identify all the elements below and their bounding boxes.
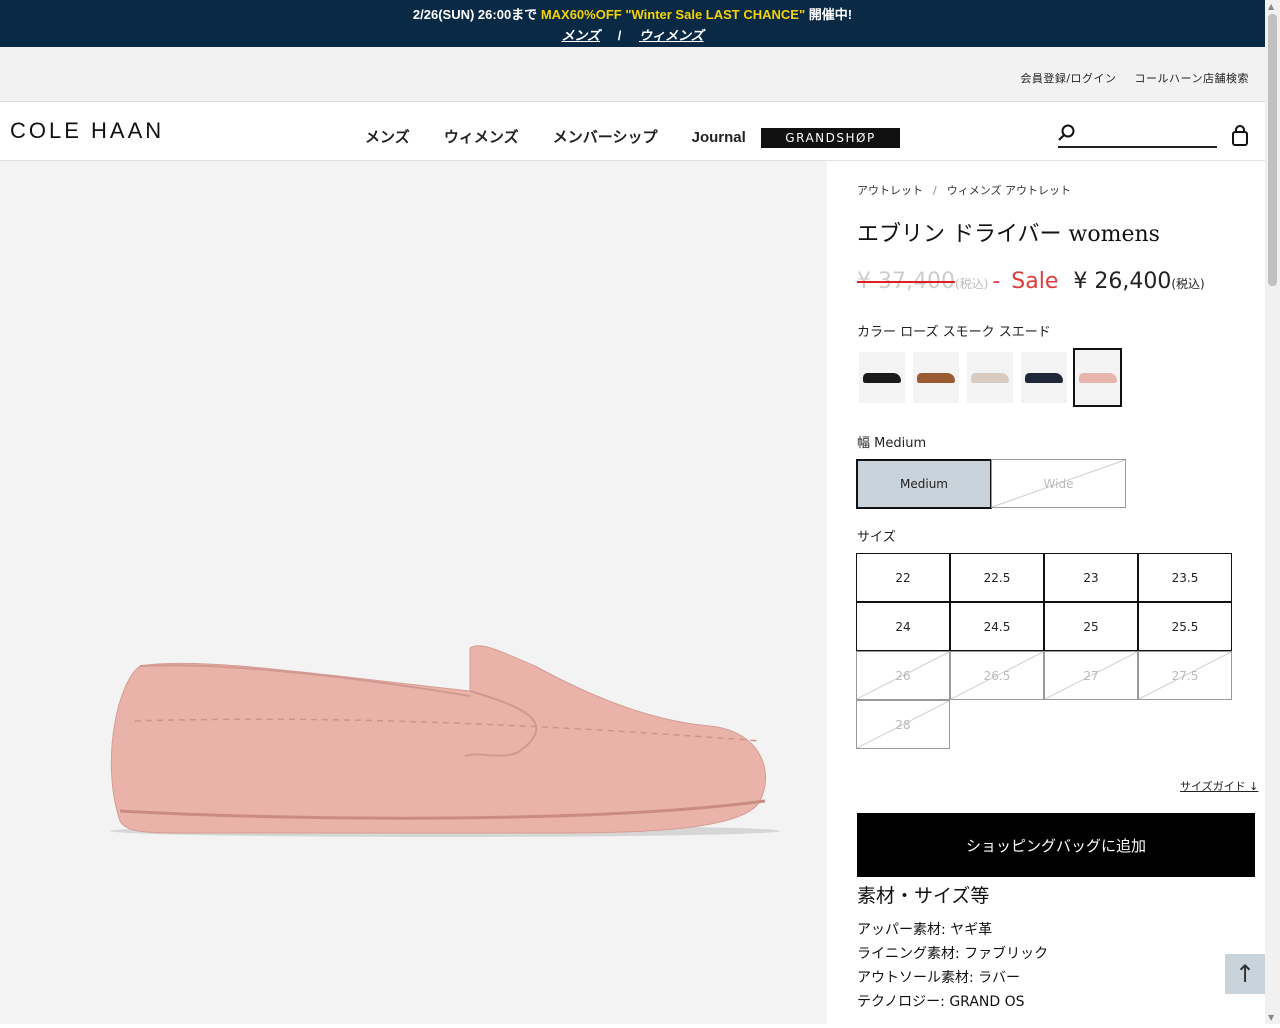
main-header: COLE HAAN メンズ ウィメンズ メンバーシップ Journal GRAN… [0,102,1265,161]
scrollbar-thumb[interactable] [1268,14,1277,286]
promo-link-women[interactable]: ウィメンズ [639,28,704,43]
original-tax-label: (税込) [954,277,989,291]
color-swatch-navy[interactable] [1021,352,1067,403]
materials-list: アッパー素材: ヤギ革 ライニング素材: ファブリック アウトソール素材: ラバ… [857,918,1048,1014]
nav-item-women[interactable]: ウィメンズ [444,126,519,147]
nav-item-men[interactable]: メンズ [365,126,410,147]
size-option-23-5[interactable]: 23.5 [1138,553,1232,602]
material-lining: ライニング素材: ファブリック [857,946,1049,962]
swatch-shoe-image [1025,372,1063,383]
swatch-shoe-image [863,372,901,383]
size-option-27[interactable]: 27 [1044,651,1138,700]
size-option-25[interactable]: 25 [1044,602,1138,651]
utility-bar: 会員登録/ログイン コールハーン店舗検索 [0,47,1265,102]
size-label-26: 26 [895,668,911,683]
width-option-wide-label: Wide [1043,476,1074,491]
size-label-28: 28 [895,717,911,732]
search-icon[interactable] [1058,124,1076,142]
grandshop-button[interactable]: GRANDSHØP [761,128,900,148]
promo-link-separator: / [617,28,622,43]
color-swatch-beige[interactable] [967,352,1013,403]
swatch-shoe-image [917,372,955,383]
swatch-shoe-image [971,372,1009,383]
size-option-24-5[interactable]: 24.5 [950,602,1044,651]
promo-banner: 2/26(SUN) 26:00まで MAX60%OFF "Winter Sale… [0,0,1265,47]
scroll-up-arrow-icon[interactable]: ▲ [1268,2,1274,11]
promo-highlight: MAX60%OFF "Winter Sale LAST CHANCE" [540,7,806,22]
store-search-link[interactable]: コールハーン店舗検索 [1135,72,1249,85]
brand-logo[interactable]: COLE HAAN [10,118,164,144]
product-title: エブリン ドライバー womens [857,222,1160,247]
material-outsole: アウトソール素材: ラバー [857,970,1021,986]
size-option-22-5[interactable]: 22.5 [950,553,1044,602]
sale-price: ¥ 26,400 [1073,269,1172,294]
search-input[interactable] [1084,127,1218,143]
breadcrumb-separator: / [933,184,937,197]
size-option-27-5[interactable]: 27.5 [1138,651,1232,700]
main-nav: メンズ ウィメンズ メンバーシップ Journal [365,126,776,147]
width-option-wide[interactable]: Wide [991,459,1126,508]
swatch-shoe-image [1078,372,1117,383]
size-option-25-5[interactable]: 25.5 [1138,602,1232,651]
breadcrumb-women-outlet[interactable]: ウィメンズ アウトレット [947,184,1071,197]
width-option-medium[interactable]: Medium [856,459,992,509]
promo-prefix: 2/26(SUN) 26:00まで [412,7,538,22]
width-label: 幅 Medium [857,436,927,451]
size-option-24[interactable]: 24 [856,602,950,651]
price-block: ¥ 37,400(税込) - Sale ¥ 26,400(税込) [857,269,1205,294]
search-box [1058,124,1218,148]
nav-item-journal[interactable]: Journal [692,129,746,146]
back-to-top-button[interactable]: ↑ [1225,954,1265,994]
size-label: サイズ [857,530,896,545]
breadcrumb: アウトレット / ウィメンズ アウトレット [857,182,1071,198]
utility-links: 会員登録/ログイン コールハーン店舗検索 [1006,70,1249,86]
price-dash: - [992,269,1001,294]
size-label-27-5: 27.5 [1171,668,1199,683]
color-swatch-brown[interactable] [913,352,959,403]
materials-title: 素材・サイズ等 [857,885,990,907]
promo-link-men[interactable]: メンズ [561,28,600,43]
page-scrollbar[interactable]: ▲ ▼ [1265,0,1280,1024]
breadcrumb-outlet[interactable]: アウトレット [857,184,923,197]
login-link[interactable]: 会員登録/ログイン [1020,72,1116,85]
size-option-26[interactable]: 26 [856,651,950,700]
color-swatch-black[interactable] [859,352,905,403]
promo-links: メンズ / ウィメンズ [0,25,1265,44]
promo-suffix: 開催中! [808,7,853,22]
material-upper: アッパー素材: ヤギ革 [857,922,993,938]
sale-tax-label: (税込) [1171,277,1205,291]
size-option-22[interactable]: 22 [856,553,950,602]
scroll-down-arrow-icon[interactable]: ▼ [1268,1013,1274,1022]
original-price: ¥ 37,400 [857,269,955,294]
shopping-bag-icon[interactable] [1231,125,1249,147]
material-technology: テクノロジー: GRAND OS [857,994,1025,1010]
color-label: カラー ローズ スモーク スエード [857,325,1051,340]
size-label-26-5: 26.5 [983,668,1011,683]
size-option-28[interactable]: 28 [856,700,950,749]
color-swatch-rose-selected[interactable] [1073,348,1122,407]
add-to-bag-button[interactable]: ショッピングバッグに追加 [857,813,1255,877]
promo-text: 2/26(SUN) 26:00まで MAX60%OFF "Winter Sale… [0,4,1265,23]
size-option-26-5[interactable]: 26.5 [950,651,1044,700]
product-details: アウトレット / ウィメンズ アウトレット エブリン ドライバー womens ¥ … [828,161,1265,1024]
product-image [110,645,780,837]
nav-item-membership[interactable]: メンバーシップ [553,126,658,147]
product-image-area [0,161,827,1024]
sale-label: Sale [1011,269,1059,294]
size-option-23[interactable]: 23 [1044,553,1138,602]
size-guide-link[interactable]: サイズガイド ↓ [1180,778,1258,794]
size-label-27: 27 [1083,668,1099,683]
